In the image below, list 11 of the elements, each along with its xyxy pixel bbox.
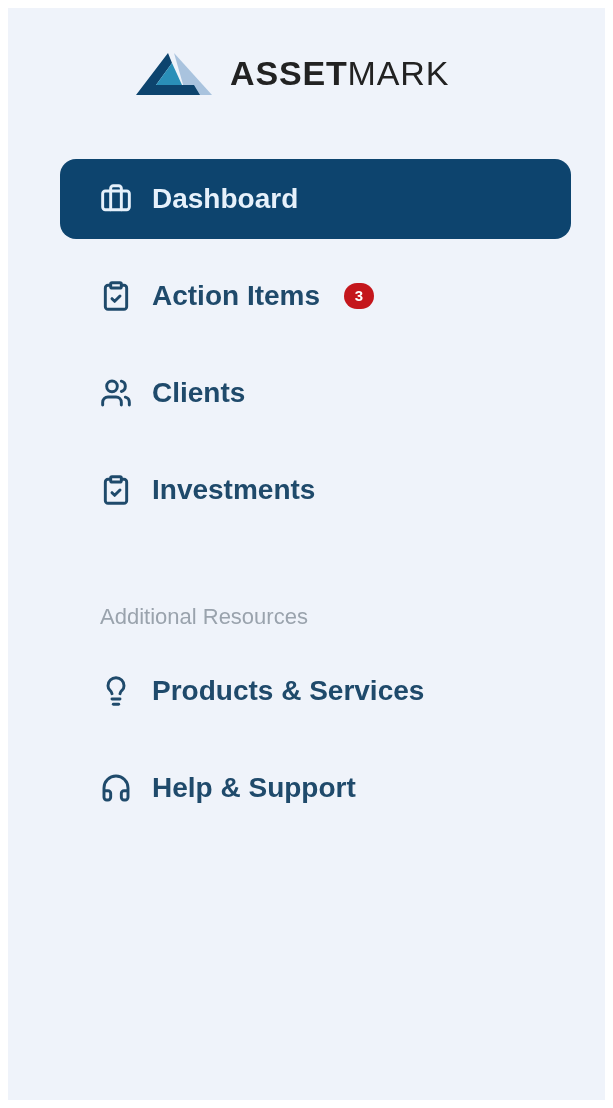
nav-item[interactable]: Products & Services <box>60 651 571 731</box>
nav-item[interactable]: Clients <box>60 353 571 433</box>
nav-item[interactable]: Help & Support <box>60 748 571 828</box>
headphones-icon <box>100 772 132 804</box>
nav-item[interactable]: Investments <box>60 450 571 530</box>
people-icon <box>100 377 132 409</box>
nav-item[interactable]: Dashboard <box>60 159 571 239</box>
logo-wordmark: ASSETMARK <box>230 53 450 94</box>
section-heading: Additional Resources <box>100 603 309 631</box>
count-badge: 3 <box>344 283 375 309</box>
nav-item[interactable]: Action Items 3 <box>60 256 571 336</box>
